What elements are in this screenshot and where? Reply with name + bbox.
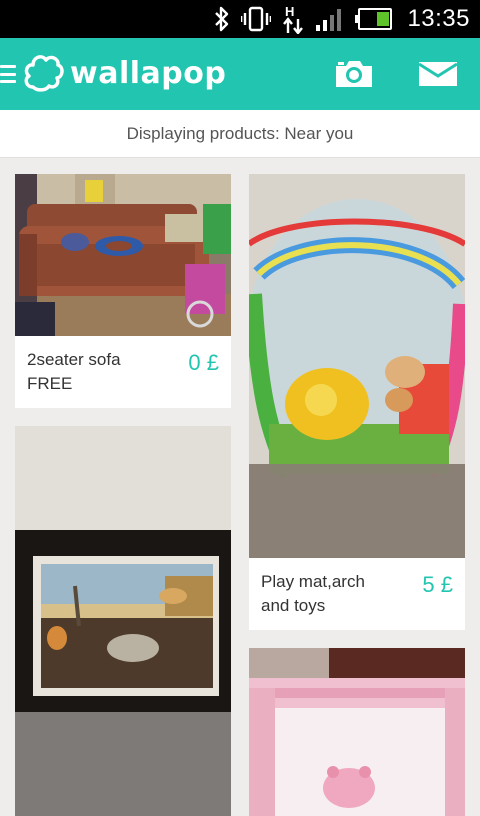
mail-icon — [418, 62, 458, 86]
clock-time: 13:35 — [407, 5, 470, 32]
product-price: 0 £ — [188, 350, 219, 375]
messages-button[interactable] — [416, 56, 460, 92]
product-price: 5 £ — [422, 572, 453, 597]
filter-subheader[interactable]: Displaying products: Near you — [0, 110, 480, 158]
battery-icon — [355, 4, 393, 34]
product-photo[interactable] — [15, 174, 231, 336]
product-title: 2seater sofa FREE — [27, 350, 121, 393]
location-filter-label: Displaying products: Near you — [126, 123, 354, 143]
brand-name: wallapop — [70, 56, 227, 91]
cloud-logo-icon — [22, 51, 64, 98]
bluetooth-icon — [213, 4, 231, 34]
status-bar: H 13:35 — [0, 0, 480, 38]
product-info: Play mat,arch and toys 5 £ — [249, 558, 465, 630]
product-photo[interactable] — [15, 426, 231, 816]
svg-text:H: H — [285, 4, 294, 19]
product-card[interactable]: Play mat,arch and toys 5 £ — [249, 174, 465, 630]
product-title: Play mat,arch and toys — [261, 572, 365, 615]
product-photo[interactable] — [249, 648, 465, 816]
vibrate-icon — [241, 4, 272, 34]
signal-icon — [315, 4, 345, 34]
product-photo[interactable] — [249, 174, 465, 558]
app-bar: wallapop — [0, 38, 480, 110]
product-card[interactable] — [15, 426, 231, 816]
camera-icon — [336, 61, 372, 87]
camera-button[interactable] — [332, 56, 376, 92]
hspa-data-icon: H — [281, 4, 305, 34]
product-card[interactable] — [249, 648, 465, 816]
product-card[interactable]: 2seater sofa FREE 0 £ — [15, 174, 231, 408]
product-info: 2seater sofa FREE 0 £ — [15, 336, 231, 408]
app-logo[interactable]: wallapop — [22, 52, 226, 96]
menu-icon[interactable] — [0, 65, 16, 83]
